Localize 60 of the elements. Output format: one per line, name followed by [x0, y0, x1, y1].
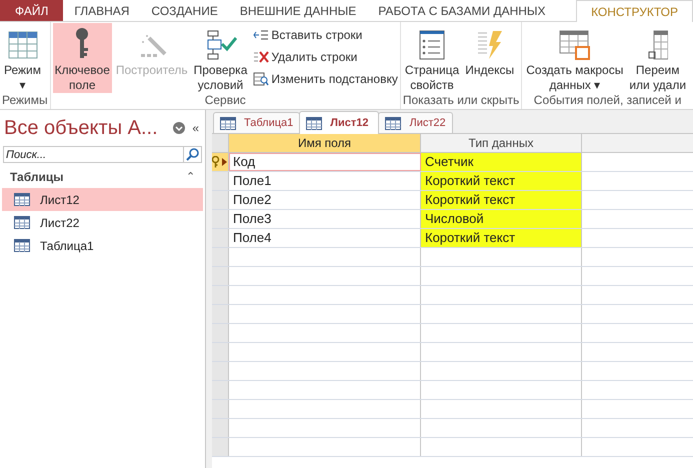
group-label: Сервис	[204, 93, 247, 109]
document-tab[interactable]: Лист22	[378, 112, 453, 133]
ribbon-button[interactable]: Переим или удали	[627, 23, 688, 93]
ribbon-button[interactable]: Ключевое поле	[52, 23, 112, 93]
group-label: События полей, записей и	[532, 93, 682, 109]
column-header: Имя поля	[229, 134, 421, 152]
ribbon-button[interactable]: Удалить строки	[253, 48, 398, 66]
section-header: Таблицы	[10, 169, 64, 186]
ribbon-button[interactable]: Проверка условий	[192, 23, 250, 93]
data-type-cell[interactable]: Числовой	[421, 210, 582, 228]
table-icon	[14, 193, 30, 206]
table-icon	[220, 116, 236, 130]
dropdown-icon	[172, 121, 186, 135]
table-macro-icon	[558, 30, 591, 60]
table-icon	[648, 30, 668, 60]
delete-rows-icon	[253, 50, 270, 64]
ribbon-button[interactable]: Создать макросы данных ▾	[524, 23, 626, 93]
ribbon-tab[interactable]: ГЛАВНАЯ	[63, 0, 140, 21]
table-icon	[385, 116, 402, 130]
key-icon	[212, 156, 222, 168]
column-header: Тип данных	[421, 134, 582, 152]
nav-item[interactable]: Таблица1	[2, 234, 203, 257]
ribbon-tab[interactable]: КОНСТРУКТОР	[576, 0, 693, 22]
row-pointer-icon	[222, 158, 227, 166]
document-tab[interactable]: Таблица1	[213, 112, 300, 133]
collapse-button[interactable]: ⌃	[186, 168, 195, 186]
nav-item[interactable]: Лист22	[2, 211, 203, 234]
ribbon-button[interactable]: Индексы	[463, 23, 516, 93]
insert-rows-icon	[253, 28, 270, 42]
data-type-cell[interactable]: Короткий текст	[421, 191, 582, 209]
ribbon-tab[interactable]: СОЗДАНИЕ	[140, 0, 229, 21]
ribbon-tab[interactable]: РАБОТА С БАЗАМИ ДАННЫХ	[367, 0, 557, 21]
ribbon-button[interactable]: Режим ▾	[2, 23, 43, 93]
table-icon	[306, 116, 322, 130]
search-icon	[186, 148, 199, 161]
table-icon	[14, 216, 30, 229]
search-button[interactable]	[184, 146, 202, 163]
search-field[interactable]: Поиск...	[3, 146, 184, 163]
document-tab[interactable]: Лист12	[299, 111, 380, 134]
ribbon-button[interactable]: Страница свойств	[402, 23, 462, 93]
pane-title: Все объекты А...	[4, 116, 158, 141]
ribbon-button[interactable]: Вставить строки	[253, 26, 398, 44]
collapse-button[interactable]: «	[192, 119, 199, 137]
group-label: Режимы	[2, 93, 48, 109]
flowchart-check-icon	[204, 30, 236, 60]
row-selector[interactable]	[212, 153, 229, 171]
grid-icon	[8, 31, 38, 59]
nav-item[interactable]: Лист12	[2, 188, 203, 211]
ribbon-button[interactable]: Изменить подстановку	[253, 70, 398, 88]
file-tab[interactable]: ФАЙЛ	[0, 0, 64, 21]
data-type-cell[interactable]: Короткий текст	[421, 229, 582, 247]
ribbon-tab[interactable]: ВНЕШНИЕ ДАННЫЕ	[228, 0, 368, 21]
data-type-cell[interactable]: Счетчик	[421, 153, 582, 171]
table-search-icon	[253, 72, 270, 86]
table-icon	[14, 239, 30, 252]
field-name-cell[interactable]: Код	[229, 153, 421, 171]
group-label: Показать или скрыть	[402, 93, 520, 109]
property-sheet-icon	[419, 30, 446, 60]
data-type-cell[interactable]: Короткий текст	[421, 172, 582, 190]
lightning-icon	[476, 30, 503, 60]
